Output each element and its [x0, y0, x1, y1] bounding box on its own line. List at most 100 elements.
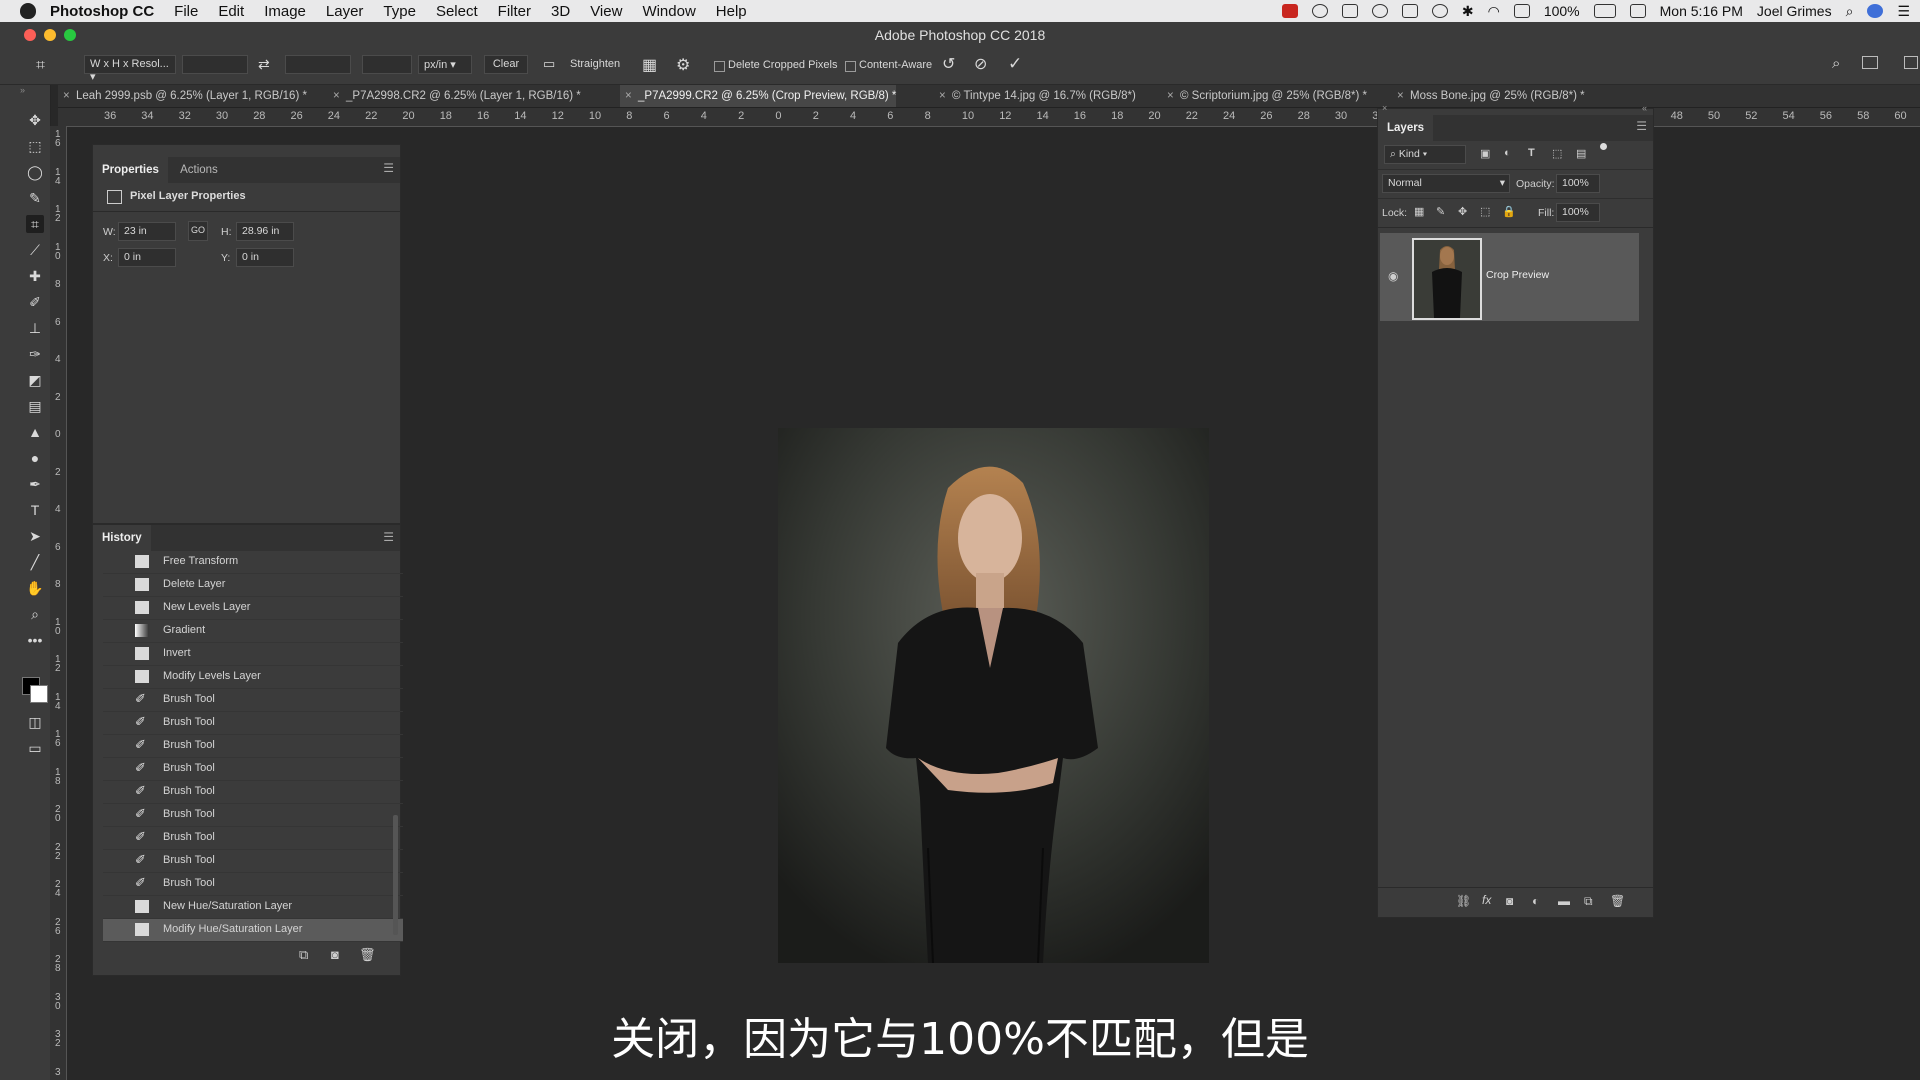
new-group-icon[interactable]: ▬ [1558, 894, 1570, 908]
healing-brush-tool-icon[interactable]: ✚ [26, 267, 44, 285]
menu-filter[interactable]: Filter [498, 3, 531, 20]
move-tool-icon[interactable]: ✥ [26, 111, 44, 129]
wifi-icon[interactable]: ◠ [1488, 3, 1500, 20]
document-tab[interactable]: × © Tintype 14.jpg @ 16.7% (RGB/8*) [934, 85, 1136, 107]
battery-icon[interactable] [1593, 4, 1616, 18]
clear-button[interactable]: Clear [484, 55, 528, 74]
lock-transparent-icon[interactable]: ▦ [1414, 205, 1424, 218]
layers-menu-icon[interactable]: ☰ [1636, 119, 1647, 133]
menu-help[interactable]: Help [716, 3, 747, 20]
siri-icon[interactable] [1867, 4, 1884, 18]
level-icon[interactable]: ▭ [543, 56, 555, 72]
close-tab-icon[interactable]: × [63, 85, 70, 107]
tab-actions[interactable]: Actions [171, 157, 227, 183]
blur-tool-icon[interactable]: ▲ [26, 423, 44, 441]
camera-snapshot-icon[interactable]: ◙ [331, 947, 339, 962]
history-state[interactable]: Delete Layer [103, 574, 403, 597]
menu-3d[interactable]: 3D [551, 3, 570, 20]
history-state[interactable]: ✐ Brush Tool [103, 827, 403, 850]
lasso-tool-icon[interactable]: ◯ [26, 163, 44, 181]
fill-field[interactable]: 100% [1556, 203, 1600, 222]
brush-tool-icon[interactable]: ✐ [26, 293, 44, 311]
content-aware-checkbox[interactable] [845, 61, 856, 72]
gear-icon[interactable]: ⚙ [676, 55, 690, 75]
opacity-field[interactable]: 100% [1556, 174, 1600, 193]
menu-layer[interactable]: Layer [326, 3, 364, 20]
commit-check-icon[interactable]: ✓ [1008, 54, 1022, 74]
trash-icon[interactable]: 🗑 [359, 947, 376, 963]
history-state[interactable]: ✐ Brush Tool [103, 758, 403, 781]
clone-stamp-tool-icon[interactable]: ⊥ [26, 319, 44, 337]
background-color-swatch[interactable] [30, 685, 48, 703]
filter-pixel-icon[interactable]: ▣ [1480, 147, 1490, 160]
close-tab-icon[interactable]: × [1167, 85, 1174, 107]
document-tab[interactable]: × _P7A2998.CR2 @ 6.25% (Layer 1, RGB/16) … [328, 85, 581, 107]
link-layers-icon[interactable]: ⛓ [1456, 894, 1471, 908]
history-menu-icon[interactable]: ☰ [383, 530, 394, 544]
lock-artboard-icon[interactable]: ⬚ [1480, 205, 1490, 218]
menu-edit[interactable]: Edit [218, 3, 244, 20]
close-tab-icon[interactable]: × [625, 85, 632, 107]
menu-file[interactable]: File [174, 3, 198, 20]
close-tab-icon[interactable]: × [333, 85, 340, 107]
lock-pixels-icon[interactable]: ✎ [1436, 205, 1445, 218]
search-icon[interactable]: ⌕ [1832, 55, 1840, 72]
share-icon[interactable] [1904, 56, 1918, 69]
more-tools-icon[interactable]: ••• [26, 631, 44, 649]
height-field[interactable] [285, 55, 351, 74]
y-field[interactable]: 0 in [236, 248, 294, 267]
cancel-icon[interactable]: ⊘ [974, 54, 987, 74]
reset-icon[interactable]: ↺ [942, 54, 955, 74]
close-tab-icon[interactable]: × [939, 85, 946, 107]
quick-select-tool-icon[interactable]: ✎ [26, 189, 44, 207]
document-tab[interactable]: × Moss Bone.jpg @ 25% (RGB/8*) * [1392, 85, 1585, 107]
panel-menu-icon[interactable]: ☰ [383, 161, 394, 175]
notification-icon[interactable] [1401, 4, 1418, 18]
menu-window[interactable]: Window [642, 3, 695, 20]
canvas-image[interactable] [778, 428, 1209, 963]
hand-tool-icon[interactable]: ✋ [26, 579, 44, 597]
quick-mask-icon[interactable]: ◫ [26, 713, 44, 731]
delete-cropped-checkbox[interactable] [714, 61, 725, 72]
layer-row[interactable]: ◉ Crop Preview [1380, 233, 1639, 321]
menu-view[interactable]: View [590, 3, 622, 20]
menu-select[interactable]: Select [436, 3, 478, 20]
width-field[interactable] [182, 55, 248, 74]
type-tool-icon[interactable]: T [26, 501, 44, 519]
new-document-from-state-icon[interactable]: ⧉ [299, 947, 308, 963]
info-icon[interactable] [1371, 4, 1388, 18]
lock-all-icon[interactable]: 🔒 [1502, 205, 1516, 218]
swap-icon[interactable]: ⇄ [258, 56, 270, 73]
time-machine-icon[interactable] [1431, 4, 1448, 18]
history-state[interactable]: Invert [103, 643, 403, 666]
line-tool-icon[interactable]: ╱ [26, 553, 44, 571]
marquee-tool-icon[interactable]: ⬚ [26, 137, 44, 155]
tab-history[interactable]: History [93, 525, 151, 551]
straighten-button[interactable]: Straighten [570, 55, 620, 74]
spotlight-search-icon[interactable]: ⌕ [1846, 3, 1854, 20]
record-icon[interactable] [1281, 4, 1298, 18]
history-state[interactable]: ✐ Brush Tool [103, 689, 403, 712]
adjustment-layer-icon[interactable]: ◐ [1532, 894, 1539, 908]
history-scrollbar[interactable] [393, 815, 398, 935]
pen-tool-icon[interactable]: ✒ [26, 475, 44, 493]
tab-layers[interactable]: Layers [1378, 115, 1434, 141]
lock-position-icon[interactable]: ✥ [1458, 205, 1467, 218]
user-name[interactable]: Joel Grimes [1757, 3, 1832, 19]
h-field[interactable]: 28.96 in [236, 222, 294, 241]
close-panel-icon[interactable]: × [1382, 103, 1387, 113]
menu-image[interactable]: Image [264, 3, 306, 20]
workspace-icon[interactable] [1862, 56, 1878, 69]
history-state[interactable]: Free Transform [103, 551, 403, 574]
add-mask-icon[interactable]: ◙ [1506, 894, 1513, 908]
keyboard-icon[interactable] [1629, 4, 1646, 18]
x-field[interactable]: 0 in [118, 248, 176, 267]
menu-type[interactable]: Type [383, 3, 416, 20]
layer-style-fx-icon[interactable]: fx [1482, 893, 1491, 907]
document-tab[interactable]: × _P7A2999.CR2 @ 6.25% (Crop Preview, RGB… [620, 85, 897, 107]
apple-icon[interactable] [20, 3, 36, 19]
unit-dropdown[interactable]: px/in ▾ [418, 55, 472, 74]
history-state[interactable]: New Hue/Saturation Layer [103, 896, 403, 919]
eraser-tool-icon[interactable]: ◩ [26, 371, 44, 389]
grid-overlay-icon[interactable]: ▦ [642, 55, 657, 75]
